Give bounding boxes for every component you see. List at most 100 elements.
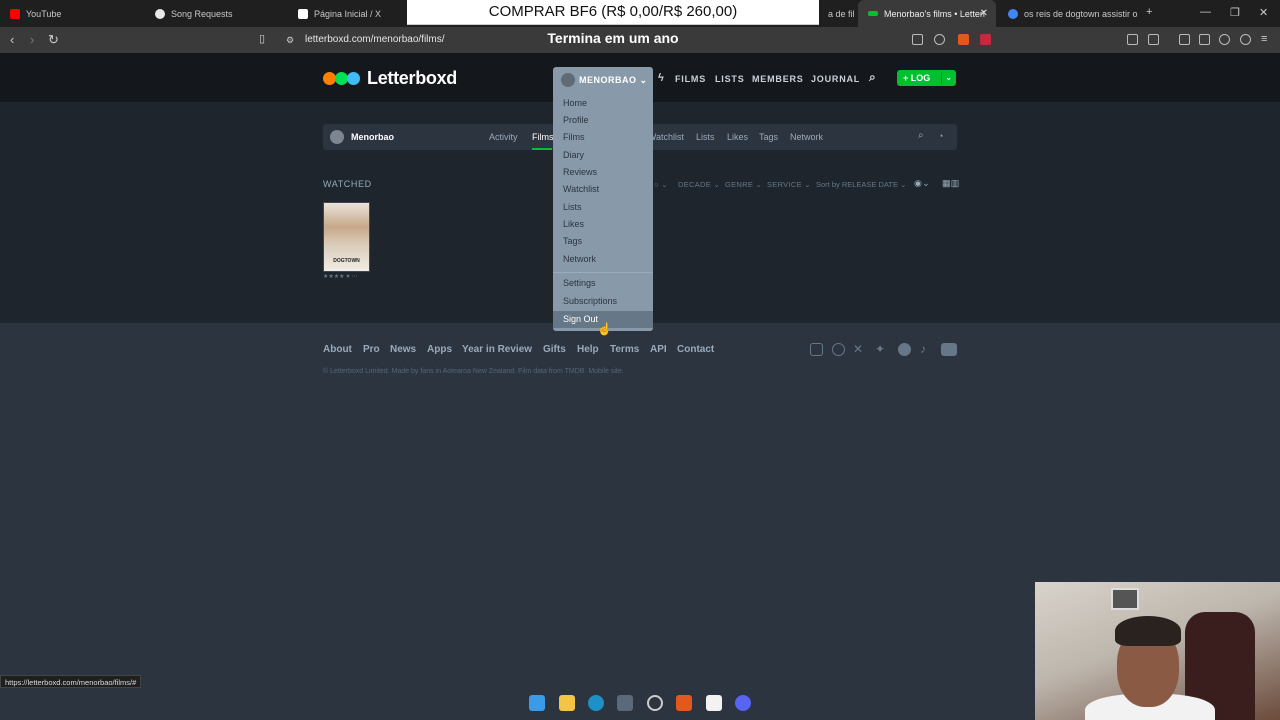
- site-icon: [155, 8, 165, 19]
- footer-about[interactable]: About: [323, 344, 352, 355]
- minimize-icon[interactable]: —: [1200, 6, 1211, 18]
- nav-films[interactable]: FILMS: [675, 74, 706, 84]
- vpn-icon[interactable]: [1240, 34, 1251, 45]
- nav-journal[interactable]: JOURNAL: [811, 74, 860, 84]
- translate-icon[interactable]: [934, 34, 945, 45]
- nav-lists[interactable]: LISTS: [715, 74, 745, 84]
- brave-taskbar-icon[interactable]: [676, 695, 692, 711]
- leo-icon[interactable]: [1219, 34, 1230, 45]
- wallet-icon[interactable]: [1199, 34, 1210, 45]
- youtube-social-icon[interactable]: [941, 343, 957, 356]
- footer-apps[interactable]: Apps: [427, 344, 452, 355]
- tab-lists[interactable]: Lists: [696, 132, 715, 142]
- user-menu-toggle[interactable]: MENORBAO ⌄: [561, 73, 648, 87]
- footer-pro[interactable]: Pro: [363, 344, 380, 355]
- search-icon[interactable]: ⌕: [869, 70, 877, 85]
- instagram-icon[interactable]: [810, 343, 823, 356]
- windows-start-icon[interactable]: [529, 695, 545, 711]
- menu-subscriptions[interactable]: Subscriptions: [563, 296, 617, 306]
- menu-tags[interactable]: Tags: [563, 236, 582, 246]
- menu-icon[interactable]: ≡: [1261, 33, 1267, 45]
- menu-home[interactable]: Home: [563, 98, 587, 108]
- footer-contact[interactable]: Contact: [677, 344, 714, 355]
- tab-song-requests[interactable]: Song Requests: [145, 0, 285, 27]
- tab-network[interactable]: Network: [790, 132, 823, 142]
- profile-username[interactable]: Menorbao: [351, 132, 394, 142]
- tab-x[interactable]: Página Inicial / X: [288, 0, 406, 27]
- tab-activity[interactable]: Activity: [489, 132, 518, 142]
- logo-dot-blue: [347, 72, 360, 85]
- discord-icon[interactable]: [735, 695, 751, 711]
- bookmark-icon[interactable]: ▯: [259, 32, 265, 45]
- eye-icon[interactable]: ◉⌄: [914, 178, 930, 189]
- tab-films[interactable]: Films: [532, 132, 554, 142]
- back-icon[interactable]: ‹: [10, 32, 14, 47]
- x-social-icon[interactable]: ✕: [853, 343, 866, 356]
- footer-year-in-review[interactable]: Year in Review: [462, 344, 532, 355]
- wall-frame: [1111, 588, 1139, 610]
- tab-likes[interactable]: Likes: [727, 132, 748, 142]
- menu-profile[interactable]: Profile: [563, 115, 589, 125]
- film-poster[interactable]: DOGTOWN: [323, 202, 370, 272]
- activity-bolt-icon[interactable]: ϟ: [658, 72, 665, 84]
- rss-icon[interactable]: ◔: [938, 131, 943, 141]
- obs-icon[interactable]: [647, 695, 663, 711]
- avatar[interactable]: [330, 130, 344, 144]
- menu-likes[interactable]: Likes: [563, 219, 584, 229]
- tiktok-icon[interactable]: ♪: [920, 343, 933, 356]
- filter-rating-chevron[interactable]: ○ ⌄: [654, 180, 668, 189]
- facebook-icon[interactable]: [898, 343, 911, 356]
- tab-tags[interactable]: Tags: [759, 132, 778, 142]
- filter-service[interactable]: SERVICE ⌄: [767, 180, 811, 189]
- footer-news[interactable]: News: [390, 344, 416, 355]
- tab-google[interactable]: os reis de dogtown assistir onl: [998, 0, 1138, 27]
- reader-icon[interactable]: [1148, 34, 1159, 45]
- notepad-icon[interactable]: [706, 695, 722, 711]
- filter-decade[interactable]: DECADE ⌄: [678, 180, 720, 189]
- grid-view-icon[interactable]: ▦▥: [942, 178, 960, 189]
- cast-icon[interactable]: [912, 34, 923, 45]
- menu-watchlist[interactable]: Watchlist: [563, 184, 599, 194]
- menu-lists[interactable]: Lists: [563, 202, 582, 212]
- threads-icon[interactable]: [832, 343, 845, 356]
- brave-shield-icon[interactable]: [958, 34, 969, 45]
- new-tab-icon[interactable]: +: [1146, 6, 1152, 18]
- sort-dropdown[interactable]: Sort by RELEASE DATE ⌄: [816, 180, 906, 189]
- stream-goal-banner: COMPRAR BF6 (R$ 0,00/R$ 260,00): [407, 0, 819, 25]
- footer-gifts[interactable]: Gifts: [543, 344, 566, 355]
- restore-icon[interactable]: ❐: [1230, 6, 1240, 19]
- sidebar-icon[interactable]: [1179, 34, 1190, 45]
- brave-rewards-icon[interactable]: [980, 34, 991, 45]
- file-explorer-icon[interactable]: [559, 695, 575, 711]
- footer-help[interactable]: Help: [577, 344, 599, 355]
- tab-watchlist[interactable]: Watchlist: [651, 132, 684, 142]
- log-button[interactable]: + LOG ⌄: [897, 70, 956, 86]
- reload-icon[interactable]: ↻: [48, 32, 59, 48]
- tab-hidden[interactable]: a de fil: [818, 0, 858, 27]
- close-tab-icon[interactable]: ✕: [980, 8, 988, 19]
- nav-members[interactable]: MEMBERS: [752, 74, 804, 84]
- tab-letterboxd[interactable]: Menorbao's films • Letterl ✕: [858, 0, 996, 27]
- extensions-icon[interactable]: [1127, 34, 1138, 45]
- edge-icon[interactable]: [588, 695, 604, 711]
- footer-api[interactable]: API: [650, 344, 667, 355]
- menu-films[interactable]: Films: [563, 132, 585, 142]
- menu-network[interactable]: Network: [563, 254, 596, 264]
- chevron-down-icon[interactable]: ⌄: [945, 70, 952, 86]
- stream-goal-subtitle: Termina em um ano: [547, 30, 679, 46]
- menu-settings[interactable]: Settings: [563, 278, 596, 288]
- letterboxd-logo[interactable]: Letterboxd: [323, 68, 457, 89]
- log-divider: [941, 72, 942, 84]
- site-info-icon[interactable]: ⚙: [286, 35, 294, 46]
- menu-diary[interactable]: Diary: [563, 150, 584, 160]
- menu-reviews[interactable]: Reviews: [563, 167, 597, 177]
- tab-youtube[interactable]: YouTube: [0, 0, 140, 27]
- menu-sign-out[interactable]: Sign Out: [563, 314, 598, 324]
- forward-icon[interactable]: ›: [30, 32, 34, 47]
- store-icon[interactable]: [617, 695, 633, 711]
- footer-terms[interactable]: Terms: [610, 344, 639, 355]
- filter-genre[interactable]: GENRE ⌄: [725, 180, 762, 189]
- close-window-icon[interactable]: ✕: [1259, 6, 1268, 19]
- bluesky-icon[interactable]: ✦: [875, 343, 888, 356]
- search-icon[interactable]: ⌕: [918, 130, 924, 141]
